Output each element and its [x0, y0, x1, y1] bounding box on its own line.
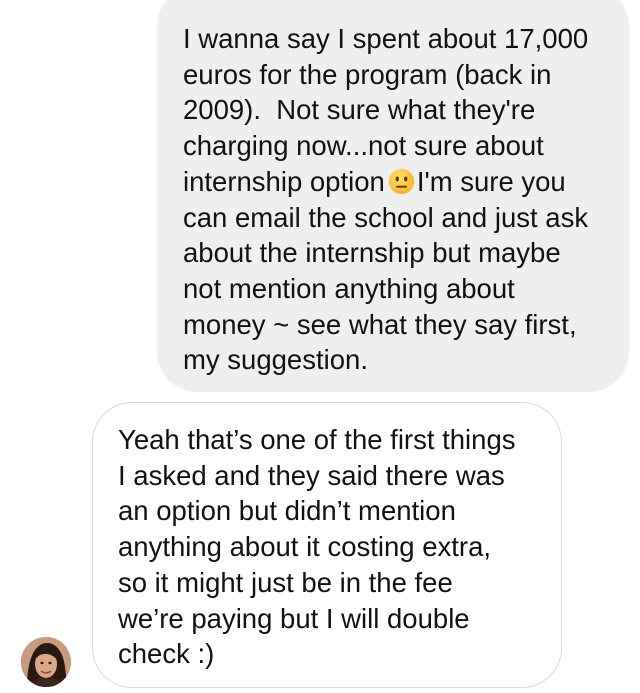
profile-photo-icon: [21, 637, 71, 687]
received-message-bubble[interactable]: Yeah that’s one of the first things I as…: [92, 402, 562, 688]
message-line-with-emoji: internship option I'm sure you: [183, 164, 607, 200]
message-text: internship option: [183, 165, 385, 197]
message-line: an option but didn’t mention: [118, 495, 456, 527]
message-text: I'm sure you: [416, 165, 566, 197]
avatar[interactable]: [21, 637, 71, 687]
message-line: money ~ see what they say first,: [183, 308, 577, 340]
sent-message-bubble[interactable]: I wanna say I spent about 17,000 euros f…: [157, 0, 629, 392]
message-line: we’re paying but I will double: [118, 602, 470, 634]
message-line: euros for the program (back in: [183, 58, 552, 90]
message-line: so it might just be in the fee: [118, 566, 453, 598]
message-line: I wanna say I spent about 17,000: [183, 23, 589, 54]
message-line: Yeah that’s one of the first things: [118, 424, 516, 455]
message-thread: I wanna say I spent about 17,000 euros f…: [0, 0, 640, 693]
message-line: my suggestion.: [183, 344, 368, 376]
message-line: check :): [118, 638, 215, 670]
message-line: can email the school and just ask: [183, 201, 589, 233]
message-line: 2009). Not sure what they're: [183, 94, 536, 126]
message-line: anything about it costing extra,: [118, 531, 492, 563]
message-line: I asked and they said there was: [118, 459, 505, 491]
neutral-face-icon: [388, 168, 415, 195]
message-line: charging now...not sure about: [183, 130, 544, 162]
message-line: about the internship but maybe: [183, 237, 561, 269]
message-line: not mention anything about: [183, 272, 515, 304]
